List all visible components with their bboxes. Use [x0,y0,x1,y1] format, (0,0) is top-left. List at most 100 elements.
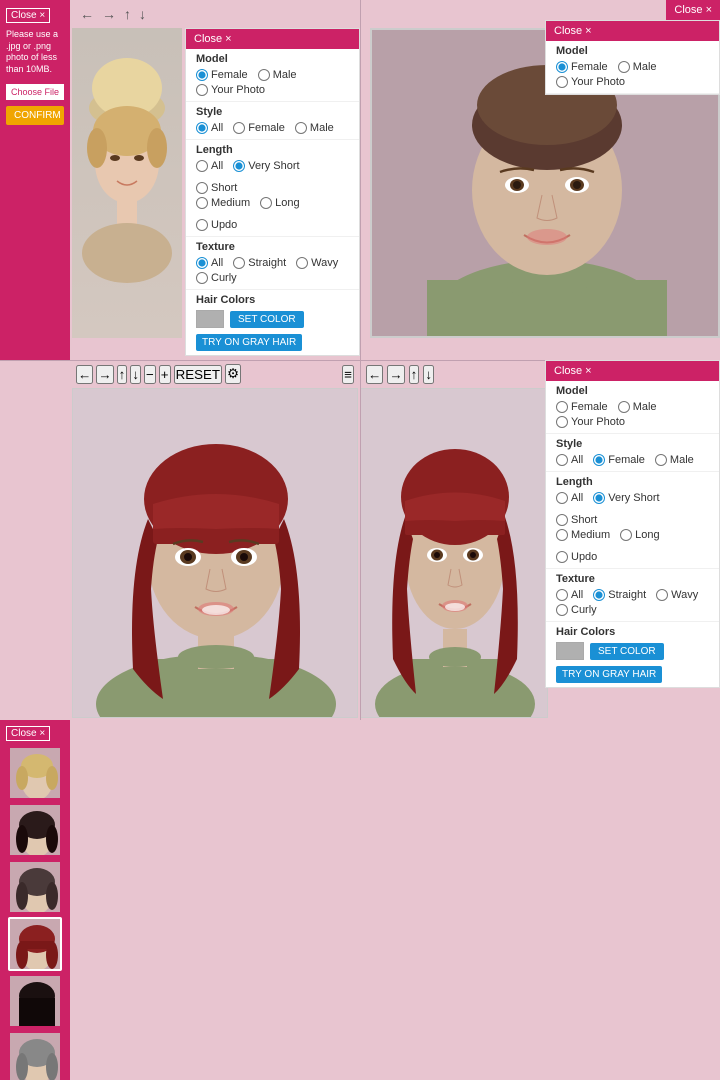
br-length-vshort-radio[interactable] [593,492,605,504]
br-female-label[interactable]: Female [556,401,608,413]
length-updo-label[interactable]: Updo [196,219,237,231]
br-length-vshort-label[interactable]: Very Short [593,492,659,504]
br-length-medium-label[interactable]: Medium [556,529,610,541]
br-style-male-label[interactable]: Male [655,454,694,466]
thumbnail-5[interactable] [8,974,62,1028]
br-texture-all-label[interactable]: All [556,589,583,601]
br-nav-right[interactable]: → [387,365,404,384]
br-style-female-radio[interactable] [593,454,605,466]
br-texture-wavy-radio[interactable] [656,589,668,601]
length-short-label[interactable]: Short [196,182,237,194]
br-texture-straight-label[interactable]: Straight [593,589,646,601]
nav-left-button[interactable]: ← [78,4,96,24]
texture-curly-radio[interactable] [196,272,208,284]
tr-female-label[interactable]: Female [556,61,608,73]
length-updo-radio[interactable] [196,219,208,231]
color-swatch[interactable] [196,310,224,328]
bl-nav-down[interactable]: ↓ [130,365,141,384]
bl-plus[interactable]: + [159,365,171,384]
bl-nav-left[interactable]: ← [76,365,93,384]
br-length-short-radio[interactable] [556,514,568,526]
style-female-label[interactable]: Female [233,122,285,134]
br-color-swatch[interactable] [556,642,584,660]
br-length-all-label[interactable]: All [556,492,583,504]
confirm-button[interactable]: CONFIRM [6,106,64,125]
br-length-all-radio[interactable] [556,492,568,504]
length-long-label[interactable]: Long [260,197,299,209]
tr-male-radio[interactable] [618,61,630,73]
length-medium-radio[interactable] [196,197,208,209]
style-female-radio[interactable] [233,122,245,134]
length-vshort-label[interactable]: Very Short [233,160,299,172]
length-long-radio[interactable] [260,197,272,209]
style-all-label[interactable]: All [196,122,223,134]
model-photo-radio[interactable] [196,84,208,96]
length-short-radio[interactable] [196,182,208,194]
texture-straight-label[interactable]: Straight [233,257,286,269]
nav-right-button[interactable]: → [100,4,118,24]
thumbnail-3[interactable] [8,860,62,914]
thumbnail-6[interactable] [8,1031,62,1080]
try-gray-button[interactable]: TRY ON GRAY HAIR [196,334,302,351]
br-photo-radio[interactable] [556,416,568,428]
length-all-radio[interactable] [196,160,208,172]
br-style-all-radio[interactable] [556,454,568,466]
br-nav-up[interactable]: ↑ [409,365,420,384]
br-length-updo-label[interactable]: Updo [556,551,597,563]
model-male-label[interactable]: Male [258,69,297,81]
texture-wavy-label[interactable]: Wavy [296,257,338,269]
br-photo-label[interactable]: Your Photo [556,416,625,428]
tr-photo-radio[interactable] [556,76,568,88]
bl-nav-up[interactable]: ↑ [117,365,128,384]
br-set-color-button[interactable]: SET COLOR [590,643,664,660]
br-style-female-label[interactable]: Female [593,454,645,466]
br-female-radio[interactable] [556,401,568,413]
bl-settings-button[interactable]: ⚙ [225,364,241,384]
br-male-label[interactable]: Male [618,401,657,413]
texture-curly-label[interactable]: Curly [196,272,237,284]
length-all-label[interactable]: All [196,160,223,172]
texture-straight-radio[interactable] [233,257,245,269]
upload-close-button[interactable]: Close × [6,8,50,23]
length-vshort-radio[interactable] [233,160,245,172]
style-male-radio[interactable] [295,122,307,134]
tr-female-radio[interactable] [556,61,568,73]
bl-menu-button[interactable]: ≡ [342,365,354,384]
br-texture-wavy-label[interactable]: Wavy [656,589,698,601]
br-texture-curly-radio[interactable] [556,604,568,616]
bl-nav-right[interactable]: → [96,365,113,384]
br-length-medium-radio[interactable] [556,529,568,541]
nav-down-button[interactable]: ↓ [137,4,148,24]
br-length-updo-radio[interactable] [556,551,568,563]
model-photo-label[interactable]: Your Photo [196,84,265,96]
bl-minus[interactable]: − [144,365,156,384]
br-nav-down[interactable]: ↓ [423,365,434,384]
texture-wavy-radio[interactable] [296,257,308,269]
texture-all-radio[interactable] [196,257,208,269]
tr-male-label[interactable]: Male [618,61,657,73]
br-style-male-radio[interactable] [655,454,667,466]
thumbnail-2[interactable] [8,803,62,857]
br-texture-straight-radio[interactable] [593,589,605,601]
br-style-all-label[interactable]: All [556,454,583,466]
nav-up-button[interactable]: ↑ [122,4,133,24]
br-texture-curly-label[interactable]: Curly [556,604,597,616]
thumbnail-1[interactable] [8,746,62,800]
br-length-long-label[interactable]: Long [620,529,659,541]
style-all-radio[interactable] [196,122,208,134]
style-male-label[interactable]: Male [295,122,334,134]
thumb-close-button[interactable]: Close × [6,726,50,741]
length-medium-label[interactable]: Medium [196,197,250,209]
texture-all-label[interactable]: All [196,257,223,269]
set-color-button[interactable]: SET COLOR [230,311,304,328]
model-female-radio[interactable] [196,69,208,81]
model-female-label[interactable]: Female [196,69,248,81]
br-length-long-radio[interactable] [620,529,632,541]
br-length-short-label[interactable]: Short [556,514,597,526]
choose-file-button[interactable]: Choose File [6,84,64,100]
br-male-radio[interactable] [618,401,630,413]
bl-reset-button[interactable]: RESET [174,365,222,384]
tr-photo-label[interactable]: Your Photo [556,76,625,88]
br-texture-all-radio[interactable] [556,589,568,601]
thumbnail-4[interactable] [8,917,62,971]
